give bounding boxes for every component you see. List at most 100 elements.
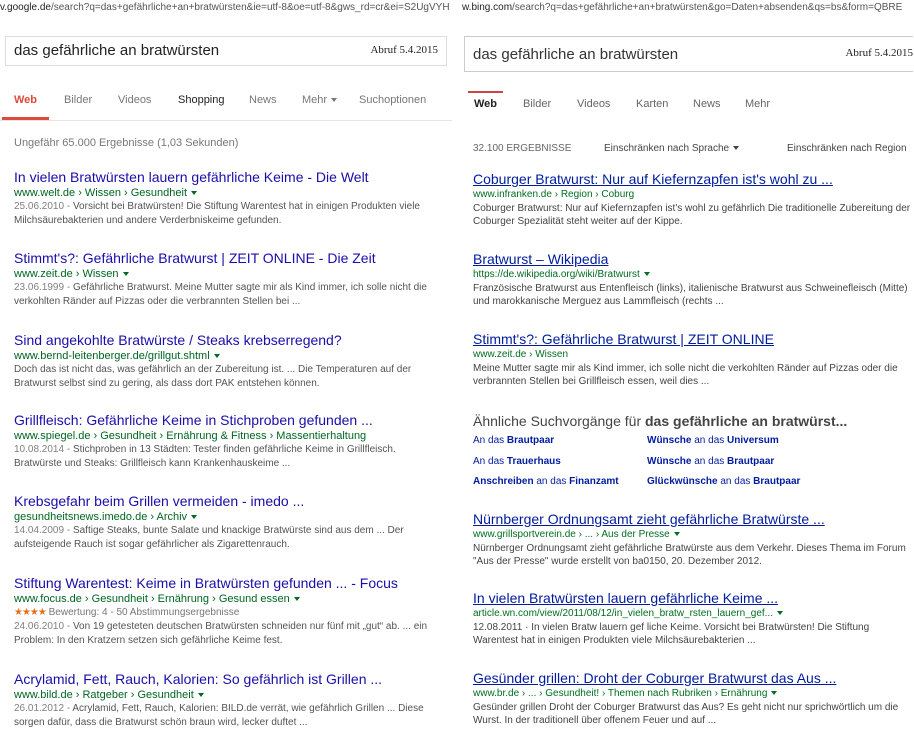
- bing-url-domain: w.bing.com: [462, 2, 513, 13]
- related-link[interactable]: Glückwünsche an das Brautpaar: [647, 476, 800, 487]
- google-tab-suchoptionen[interactable]: Suchoptionen: [359, 94, 426, 106]
- result-url: www.zeit.de › Wissen: [473, 349, 569, 360]
- result-title-link[interactable]: Bratwurst – Wikipedia: [473, 250, 913, 268]
- chevron-down-icon[interactable]: [777, 611, 783, 616]
- related-link-text: An das: [473, 435, 507, 446]
- related-link-text: an das: [694, 435, 728, 446]
- related-link-bold: Brautpaar: [727, 456, 775, 467]
- bing-tab-bar: Web Bilder Videos Karten News Mehr: [462, 91, 914, 120]
- result-snippet: 14.04.2009 - Saftige Steaks, bunte Salat…: [14, 524, 444, 552]
- google-result: Grillfleisch: Gefährliche Keime in Stich…: [14, 411, 444, 471]
- bing-tab-news[interactable]: News: [693, 98, 721, 110]
- google-tab-videos[interactable]: Videos: [118, 94, 151, 106]
- related-link-bold: Wünsche: [647, 435, 695, 446]
- chevron-down-icon: [733, 146, 740, 151]
- google-tab-mehr-label: Mehr: [302, 94, 328, 106]
- chevron-down-icon[interactable]: [293, 597, 300, 602]
- result-rating-text: Bewertung: 4 - 50 Abstimmungsergebnisse: [48, 607, 240, 618]
- result-title-link[interactable]: In vielen Bratwürsten lauern gefährliche…: [14, 168, 444, 186]
- result-title-link[interactable]: Nürnberger Ordnungsamt zieht gefährliche…: [473, 510, 913, 528]
- result-snippet-text: Saftige Steaks, bunte Salate und knackig…: [14, 525, 404, 550]
- result-url: www.spiegel.de › Gesundheit › Ernährung …: [14, 429, 444, 443]
- result-date: 25.06.2010 -: [14, 201, 73, 212]
- chevron-down-icon[interactable]: [122, 272, 129, 277]
- bing-abruf-note: Abruf 5.4.2015: [845, 47, 913, 59]
- google-result: In vielen Bratwürsten lauern gefährliche…: [14, 168, 444, 228]
- bing-tab-mehr[interactable]: Mehr: [745, 98, 770, 110]
- google-tab-bar: Web Bilder Videos Shopping News Mehr Suc…: [0, 86, 452, 121]
- bing-result: Gesünder grillen: Droht der Coburger Bra…: [473, 669, 913, 727]
- chevron-down-icon[interactable]: [771, 691, 778, 696]
- result-title-link[interactable]: Stimmt's?: Gefährliche Bratwurst | ZEIT …: [473, 330, 913, 348]
- related-link-bold: Wünsche: [647, 456, 695, 467]
- google-tab-shopping[interactable]: Shopping: [178, 94, 225, 106]
- related-link-bold: Anschreiben: [473, 476, 537, 487]
- google-tab-web[interactable]: Web: [1, 94, 50, 120]
- related-link[interactable]: An das Trauerhaus: [473, 456, 561, 467]
- related-link[interactable]: Wünsche an das Universum: [647, 435, 779, 446]
- related-link-bold: Glückwünsche: [647, 476, 721, 487]
- bing-tab-web[interactable]: Web: [467, 91, 504, 110]
- result-url: www.zeit.de › Wissen: [14, 267, 444, 281]
- google-tab-mehr[interactable]: Mehr: [302, 94, 338, 106]
- google-tab-bilder[interactable]: Bilder: [64, 94, 92, 106]
- google-result: Krebsgefahr beim Grillen vermeiden - ime…: [14, 492, 444, 552]
- result-title-link[interactable]: Coburger Bratwurst: Nur auf Kiefernzapfe…: [473, 170, 913, 188]
- google-result-stats: Ungefähr 65.000 Ergebnisse (1,03 Sekunde…: [14, 137, 239, 149]
- related-prefix: Ähnliche Suchvorgänge für: [473, 413, 645, 429]
- bing-filter-region[interactable]: Einschränken nach Region: [787, 143, 907, 154]
- chevron-down-icon[interactable]: [191, 515, 198, 520]
- bing-result-count: 32.100 ERGEBNISSE: [473, 143, 572, 154]
- result-title-link[interactable]: Grillfleisch: Gefährliche Keime in Stich…: [14, 411, 444, 429]
- related-link-bold: Brautpaar: [753, 476, 801, 487]
- bing-query-text: das gefährliche an bratwürsten: [473, 46, 679, 63]
- bing-tab-karten[interactable]: Karten: [636, 98, 668, 110]
- result-snippet: Gesünder grillen Droht der Coburger Brat…: [473, 702, 899, 726]
- bing-tab-bilder[interactable]: Bilder: [523, 98, 551, 110]
- bing-search-input[interactable]: das gefährliche an bratwürsten Abruf 5.4…: [464, 36, 913, 72]
- result-snippet-text: Doch das ist nicht das, was gefährlich a…: [14, 364, 412, 389]
- result-snippet: 25.06.2010 - Vorsicht bei Bratwürsten! D…: [14, 200, 444, 228]
- bing-result: Coburger Bratwurst: Nur auf Kiefernzapfe…: [473, 170, 913, 228]
- chevron-down-icon[interactable]: [213, 354, 220, 359]
- star-rating-icon: ★★★★: [14, 607, 47, 618]
- result-snippet: Nürnberger Ordnungsamt zieht gefährliche…: [473, 543, 906, 567]
- result-snippet: 24.06.2010 - Von 19 getesteten deutschen…: [14, 620, 444, 648]
- result-snippet-text: Vorsicht bei Bratwürsten! Die Stiftung W…: [14, 201, 420, 226]
- result-title-link[interactable]: Gesünder grillen: Droht der Coburger Bra…: [473, 669, 913, 687]
- result-url: gesundheitsnews.imedo.de › Archiv: [14, 510, 444, 524]
- result-snippet: 10.08.2014 - Stichproben in 13 Städten: …: [14, 443, 444, 471]
- result-title-link[interactable]: Stiftung Warentest: Keime in Bratwürsten…: [14, 574, 444, 592]
- google-search-input[interactable]: das gefährliche an bratwürsten Abruf 5.4…: [5, 36, 447, 66]
- result-title-link[interactable]: Acrylamid, Fett, Rauch, Kalorien: So gef…: [14, 670, 444, 688]
- bing-result: Bratwurst – Wikipedia https://de.wikiped…: [473, 250, 913, 308]
- chevron-down-icon[interactable]: [673, 532, 680, 537]
- bing-filter-language[interactable]: Einschränken nach Sprache: [604, 143, 740, 154]
- result-title-link[interactable]: Krebsgefahr beim Grillen vermeiden - ime…: [14, 492, 444, 510]
- related-link[interactable]: An das Brautpaar: [473, 435, 554, 446]
- bing-pane: w.bing.com/search?q=das+gefährliche+an+b…: [462, 0, 914, 740]
- google-result: Stiftung Warentest: Keime in Bratwürsten…: [14, 574, 444, 648]
- google-url-bar[interactable]: v.google.de/search?q=das+gefährliche+an+…: [0, 0, 452, 16]
- chevron-down-icon[interactable]: [197, 693, 204, 698]
- result-url: www.bild.de › Ratgeber › Gesundheit: [14, 688, 444, 702]
- result-url: www.focus.de › Gesundheit › Ernährung › …: [14, 592, 444, 606]
- bing-url-bar[interactable]: w.bing.com/search?q=das+gefährliche+an+b…: [462, 0, 914, 16]
- bing-tab-videos[interactable]: Videos: [577, 98, 610, 110]
- result-url: www.br.de › ... › Gesundheit! › Themen n…: [473, 687, 913, 701]
- result-date: 26.01.2012 -: [14, 703, 73, 714]
- result-date: 23.06.1999 -: [14, 282, 73, 293]
- chevron-down-icon[interactable]: [643, 272, 650, 277]
- google-result: Stimmt's?: Gefährliche Bratwurst | ZEIT …: [14, 249, 444, 309]
- result-url-text: www.bernd-leitenberger.de/grillgut.shtml: [14, 350, 210, 362]
- result-title-link[interactable]: In vielen Bratwürsten lauern gefährliche…: [473, 589, 913, 607]
- related-link[interactable]: Wünsche an das Brautpaar: [647, 456, 774, 467]
- result-title-link[interactable]: Stimmt's?: Gefährliche Bratwurst | ZEIT …: [14, 249, 444, 267]
- related-link[interactable]: Anschreiben an das Finanzamt: [473, 476, 619, 487]
- result-title-link[interactable]: Sind angekohlte Bratwürste / Steaks kreb…: [14, 331, 444, 349]
- related-link-bold: Universum: [727, 435, 779, 446]
- result-rating: ★★★★ Bewertung: 4 - 50 Abstimmungsergebn…: [14, 606, 444, 620]
- result-snippet: 26.01.2012 - Acrylamid, Fett, Rauch, Kal…: [14, 702, 444, 730]
- google-tab-news[interactable]: News: [249, 94, 277, 106]
- chevron-down-icon[interactable]: [191, 191, 198, 196]
